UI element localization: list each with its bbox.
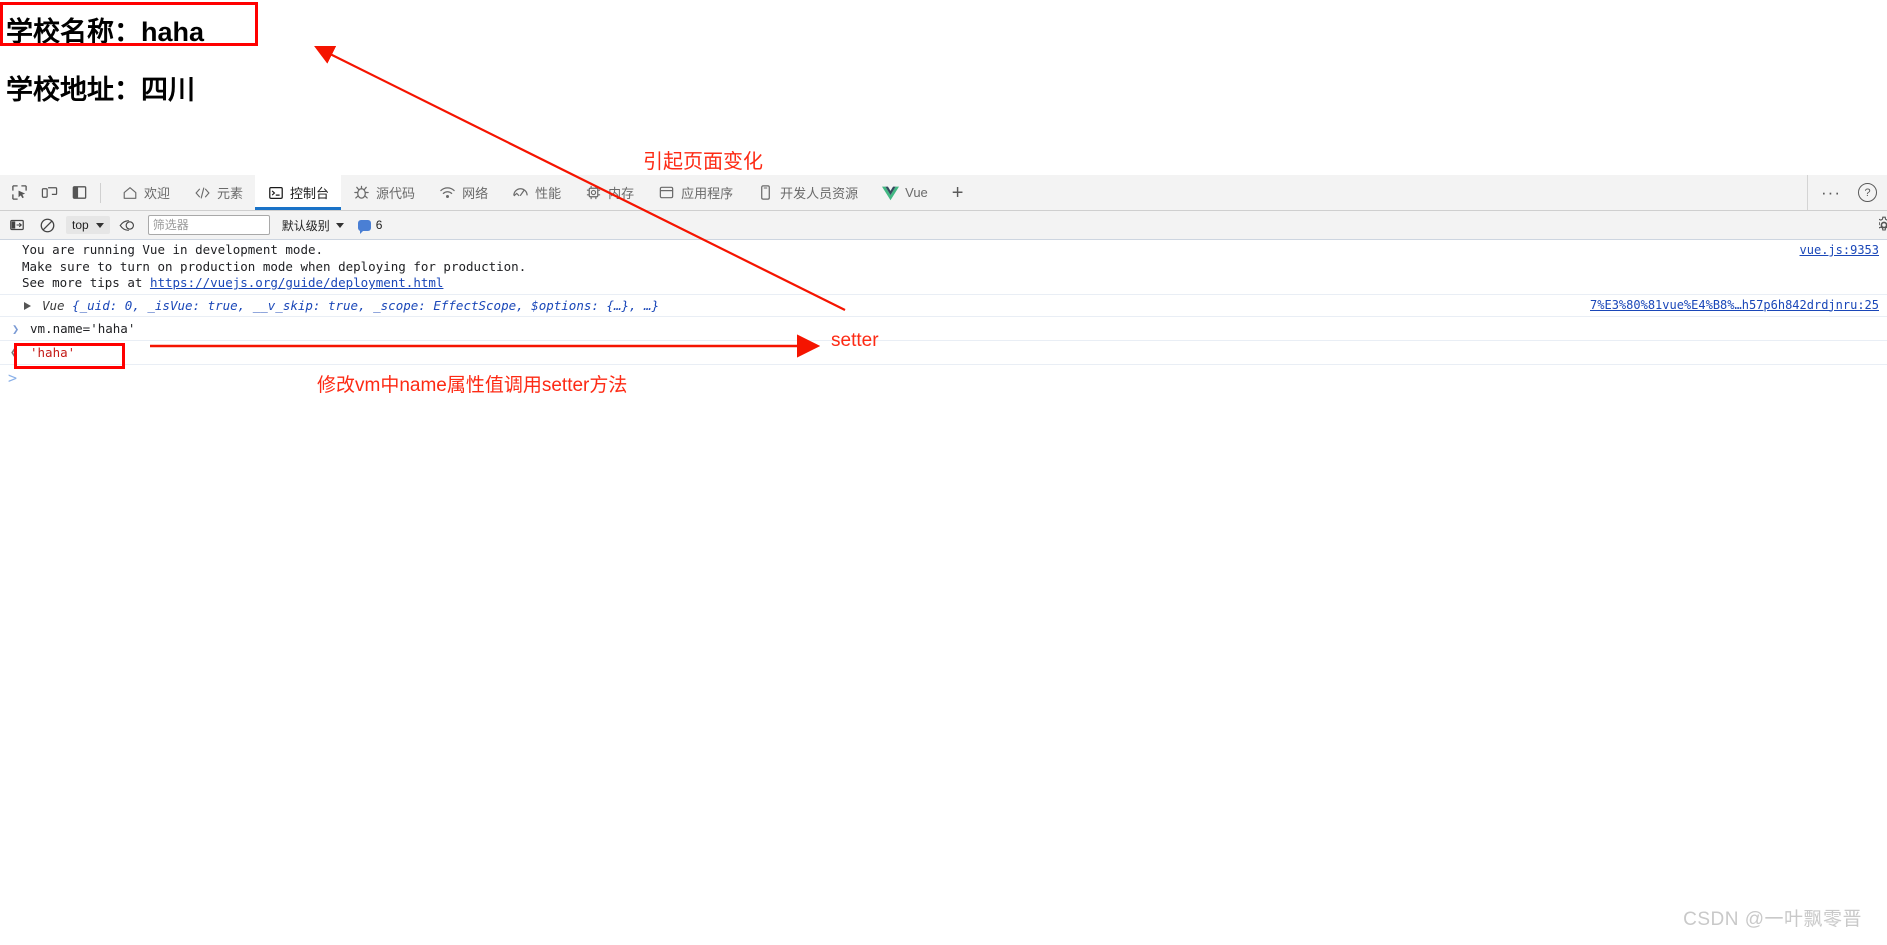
home-icon	[121, 184, 138, 201]
devtools-tab-list: 欢迎 元素 控制台 源代码 网络 性能 内存 应用程序 开发人员资源 Vue +	[109, 175, 975, 210]
tab-label: Vue	[905, 185, 928, 200]
console-sidebar-icon[interactable]	[6, 214, 28, 236]
warning-line-3-prefix: See more tips at	[22, 275, 150, 290]
vue-deployment-link[interactable]: https://vuejs.org/guide/deployment.html	[150, 275, 444, 290]
watermark: CSDN @一叶飘零晋	[1683, 909, 1862, 930]
bug-icon	[353, 184, 370, 201]
tab-elements[interactable]: 元素	[182, 175, 255, 210]
console-input-echo[interactable]: ❯ vm.name='haha'	[0, 316, 1887, 341]
console-output-text: 'haha'	[30, 344, 76, 360]
console-filter-toolbar: top 筛选器 默认级别 6	[0, 211, 1887, 240]
school-name-text: 学校名称：haha	[6, 17, 205, 47]
warning-line-2: Make sure to turn on production mode whe…	[22, 258, 527, 274]
gauge-icon	[512, 184, 529, 201]
eye-icon[interactable]	[118, 214, 140, 236]
input-chevron-icon: ❯	[12, 321, 20, 336]
tab-label: 网络	[462, 186, 489, 201]
dock-side-icon[interactable]	[66, 180, 92, 206]
message-bubble-icon	[357, 219, 371, 234]
tab-label: 控制台	[290, 186, 330, 201]
tab-label: 欢迎	[144, 186, 171, 201]
wifi-icon	[439, 184, 456, 201]
settings-gear-icon[interactable]	[1879, 216, 1887, 234]
console-source-link[interactable]: vue.js:9353	[1800, 243, 1879, 257]
clear-console-icon[interactable]	[36, 214, 58, 236]
tab-vue[interactable]: Vue	[870, 175, 940, 210]
toolbar-divider	[100, 182, 101, 203]
console-prompt-row[interactable]: >	[0, 365, 1887, 393]
devtools-panel: 欢迎 元素 控制台 源代码 网络 性能 内存 应用程序 开发人员资源 Vue +…	[0, 175, 1887, 945]
console-warning-message[interactable]: You are running Vue in development mode.…	[0, 240, 1887, 295]
tab-label: 源代码	[376, 186, 416, 201]
tab-network[interactable]: 网络	[427, 175, 500, 210]
execution-context-selector[interactable]: top	[66, 216, 110, 234]
console-input-text: vm.name='haha'	[30, 320, 136, 336]
mobile-icon	[757, 184, 774, 201]
object-preview: Vue {_uid: 0, _isVue: true, __v_skip: tr…	[22, 298, 659, 313]
tab-sources[interactable]: 源代码	[341, 175, 427, 210]
tab-label: 开发人员资源	[780, 186, 859, 201]
chevron-down-icon	[95, 222, 104, 228]
tab-performance[interactable]: 性能	[500, 175, 573, 210]
console-settings-area	[1879, 216, 1887, 234]
rendered-page-area: 学校名称：haha 学校地址：四川	[0, 0, 1887, 175]
console-log-area[interactable]: You are running Vue in development mode.…	[0, 240, 1887, 945]
devtools-tabstrip-right: ··· ?	[1807, 175, 1887, 210]
chip-icon	[585, 184, 602, 201]
console-object-message[interactable]: Vue {_uid: 0, _isVue: true, __v_skip: tr…	[0, 295, 1887, 317]
more-tools-icon[interactable]: ···	[1818, 184, 1844, 201]
school-address-text: 学校地址：四川	[6, 75, 195, 105]
message-count-value: 6	[375, 218, 383, 232]
inspect-element-icon[interactable]	[6, 180, 32, 206]
tab-label: 内存	[608, 186, 635, 201]
add-tab-button[interactable]: +	[940, 175, 976, 210]
devtools-tabstrip: 欢迎 元素 控制台 源代码 网络 性能 内存 应用程序 开发人员资源 Vue +…	[0, 175, 1887, 211]
tab-application[interactable]: 应用程序	[646, 175, 745, 210]
expand-triangle-icon[interactable]	[24, 301, 31, 310]
tab-label: 元素	[217, 186, 244, 201]
tab-memory[interactable]: 内存	[573, 175, 646, 210]
code-brackets-icon	[194, 184, 211, 201]
execution-context-value: top	[72, 218, 89, 232]
warning-line-1: You are running Vue in development mode.	[22, 242, 324, 257]
warning-line-3: See more tips at https://vuejs.org/guide…	[22, 275, 1887, 292]
object-type: Vue	[42, 297, 65, 313]
device-toolbar-icon[interactable]	[36, 180, 62, 206]
console-output-result[interactable]: ❮ 'haha'	[0, 341, 1887, 365]
console-source-link[interactable]: 7%E3%80%81vue%E4%B8%…h57p6h842drdjnru:25	[1590, 298, 1879, 312]
help-icon[interactable]: ?	[1858, 183, 1877, 202]
console-prompt-icon	[267, 184, 284, 201]
log-level-selector[interactable]: 默认级别	[282, 217, 344, 234]
tab-console[interactable]: 控制台	[255, 175, 342, 210]
box-icon	[658, 184, 675, 201]
log-level-value: 默认级别	[281, 218, 330, 233]
object-body: {_uid: 0, _isVue: true, __v_skip: true, …	[72, 297, 660, 313]
chevron-down-icon	[335, 222, 344, 228]
message-count-badge: 6	[357, 218, 383, 234]
console-filter-input[interactable]: 筛选器	[147, 215, 270, 235]
tab-developer-resources[interactable]: 开发人员资源	[745, 175, 870, 210]
output-chevron-icon: ❮	[10, 344, 18, 359]
devtools-dock-controls	[0, 180, 92, 206]
vue-logo-icon	[882, 184, 900, 201]
prompt-chevron-icon: >	[8, 368, 18, 387]
tab-welcome[interactable]: 欢迎	[109, 175, 182, 210]
tab-label: 应用程序	[681, 186, 734, 201]
tab-label: 性能	[535, 186, 562, 201]
